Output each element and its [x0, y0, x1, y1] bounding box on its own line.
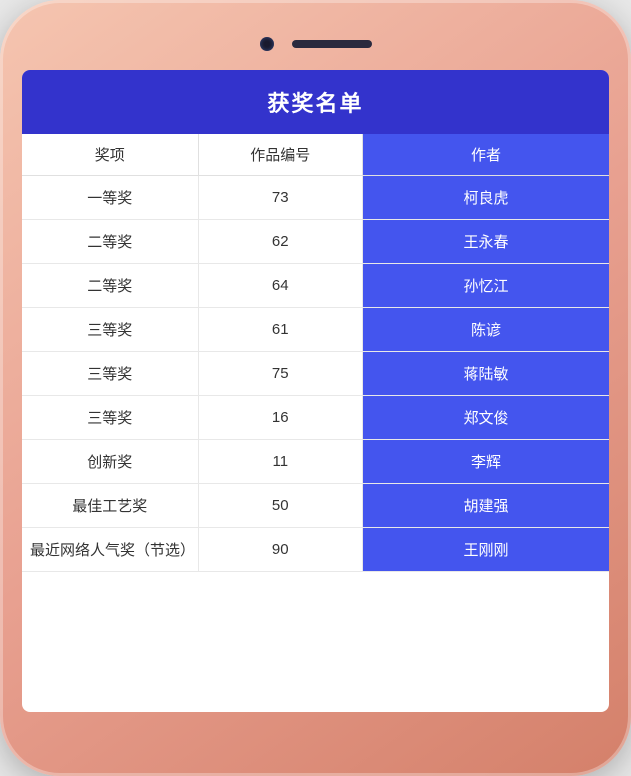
- cell-prize: 最近网络人气奖（节选）: [22, 528, 198, 572]
- table-header-row: 奖项 作品编号 作者: [22, 134, 609, 176]
- phone-top: [22, 18, 609, 70]
- cell-prize: 三等奖: [22, 352, 198, 396]
- phone-frame: 获奖名单 奖项 作品编号 作者 一等奖73柯良虎二等奖62王永春二等奖64孙忆江…: [0, 0, 631, 776]
- speaker: [292, 40, 372, 48]
- table-row: 创新奖11李辉: [22, 440, 609, 484]
- table-row: 二等奖64孙忆江: [22, 264, 609, 308]
- cell-author: 柯良虎: [362, 176, 609, 220]
- cell-id: 73: [198, 176, 362, 220]
- cell-author: 胡建强: [362, 484, 609, 528]
- table-row: 二等奖62王永春: [22, 220, 609, 264]
- cell-prize: 最佳工艺奖: [22, 484, 198, 528]
- table-container: 获奖名单 奖项 作品编号 作者 一等奖73柯良虎二等奖62王永春二等奖64孙忆江…: [22, 70, 609, 572]
- cell-id: 61: [198, 308, 362, 352]
- cell-author: 王刚刚: [362, 528, 609, 572]
- cell-prize: 创新奖: [22, 440, 198, 484]
- cell-prize: 二等奖: [22, 264, 198, 308]
- header-prize: 奖项: [22, 134, 198, 176]
- table-row: 一等奖73柯良虎: [22, 176, 609, 220]
- table-row: 三等奖16郑文俊: [22, 396, 609, 440]
- header-author: 作者: [362, 134, 609, 176]
- award-table: 奖项 作品编号 作者 一等奖73柯良虎二等奖62王永春二等奖64孙忆江三等奖61…: [22, 134, 609, 572]
- table-title: 获奖名单: [22, 70, 609, 134]
- table-row: 三等奖61陈谚: [22, 308, 609, 352]
- header-id: 作品编号: [198, 134, 362, 176]
- cell-prize: 二等奖: [22, 220, 198, 264]
- cell-id: 75: [198, 352, 362, 396]
- table-row: 最近网络人气奖（节选）90王刚刚: [22, 528, 609, 572]
- camera: [260, 37, 274, 51]
- cell-id: 64: [198, 264, 362, 308]
- cell-author: 陈谚: [362, 308, 609, 352]
- cell-author: 蒋陆敏: [362, 352, 609, 396]
- cell-id: 90: [198, 528, 362, 572]
- cell-prize: 一等奖: [22, 176, 198, 220]
- table-row: 最佳工艺奖50胡建强: [22, 484, 609, 528]
- screen-inner[interactable]: 获奖名单 奖项 作品编号 作者 一等奖73柯良虎二等奖62王永春二等奖64孙忆江…: [22, 70, 609, 712]
- cell-author: 王永春: [362, 220, 609, 264]
- phone-screen: 获奖名单 奖项 作品编号 作者 一等奖73柯良虎二等奖62王永春二等奖64孙忆江…: [22, 70, 609, 712]
- cell-id: 50: [198, 484, 362, 528]
- cell-id: 16: [198, 396, 362, 440]
- cell-id: 11: [198, 440, 362, 484]
- cell-author: 李辉: [362, 440, 609, 484]
- table-row: 三等奖75蒋陆敏: [22, 352, 609, 396]
- cell-author: 孙忆江: [362, 264, 609, 308]
- cell-prize: 三等奖: [22, 308, 198, 352]
- cell-author: 郑文俊: [362, 396, 609, 440]
- cell-prize: 三等奖: [22, 396, 198, 440]
- cell-id: 62: [198, 220, 362, 264]
